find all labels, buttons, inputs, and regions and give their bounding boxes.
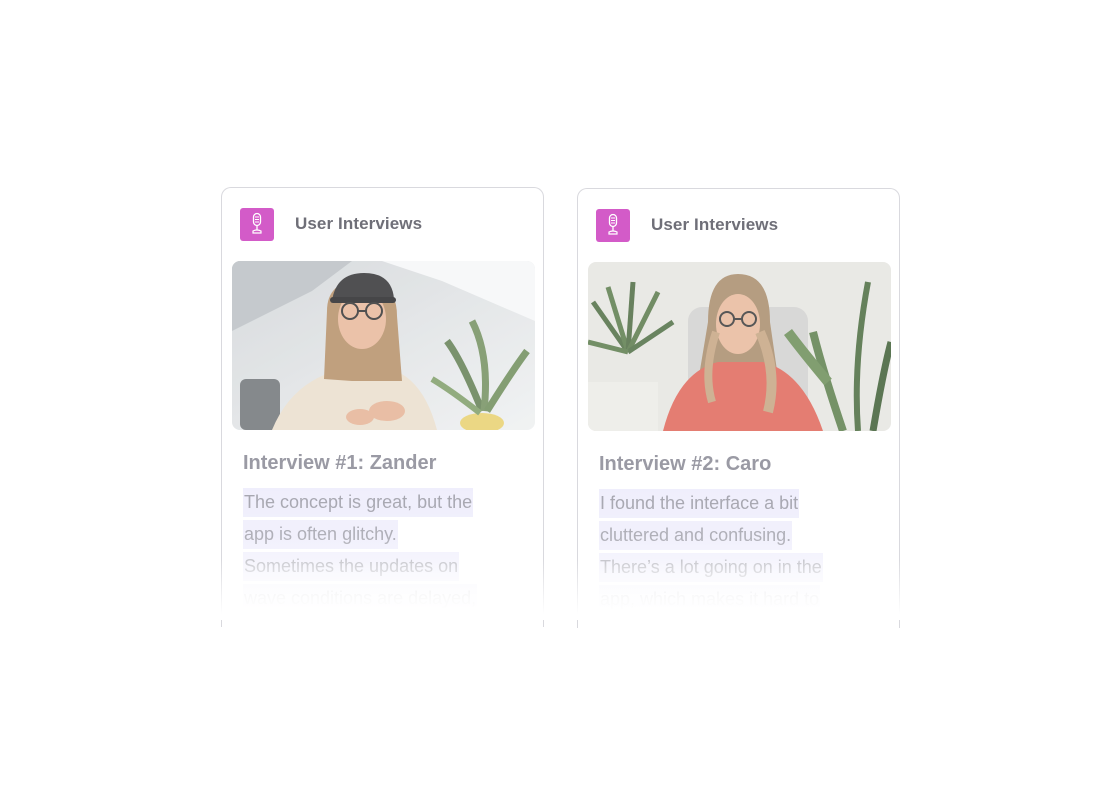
app-label: User Interviews [295, 214, 423, 233]
interview-video-thumbnail[interactable] [232, 261, 535, 430]
interview-card-caro[interactable]: User Interviews Interview #2: Caro I fou… [577, 188, 900, 628]
interview-video-thumbnail[interactable] [588, 262, 891, 431]
card-header: User Interviews [240, 207, 422, 241]
app-label: User Interviews [651, 215, 779, 234]
quote-line: cluttered and confusing. [599, 521, 793, 550]
microphone-icon [240, 207, 274, 241]
microphone-icon [596, 208, 630, 242]
interview-card-zander[interactable]: User Interviews Interview #1: Zander The… [221, 187, 544, 627]
interview-quote: The concept is great, but the app is oft… [243, 486, 513, 614]
quote-line: wave conditions are delayed, [243, 584, 478, 613]
quote-line: The concept is great, but the [243, 488, 474, 517]
quote-line: app, which makes it hard to [599, 585, 821, 614]
quote-line: app is often glitchy. [243, 520, 398, 549]
interview-quote: I found the interface a bit cluttered an… [599, 487, 869, 615]
quote-line: Sometimes the updates on [243, 552, 460, 581]
interview-title: Interview #1: Zander [243, 452, 437, 474]
stage: User Interviews Interview #1: Zander The… [0, 0, 1120, 800]
card-header: User Interviews [596, 208, 778, 242]
interview-title: Interview #2: Caro [599, 453, 772, 475]
quote-line: I found the interface a bit [599, 489, 800, 518]
quote-line: There’s a lot going on in the [599, 553, 823, 582]
